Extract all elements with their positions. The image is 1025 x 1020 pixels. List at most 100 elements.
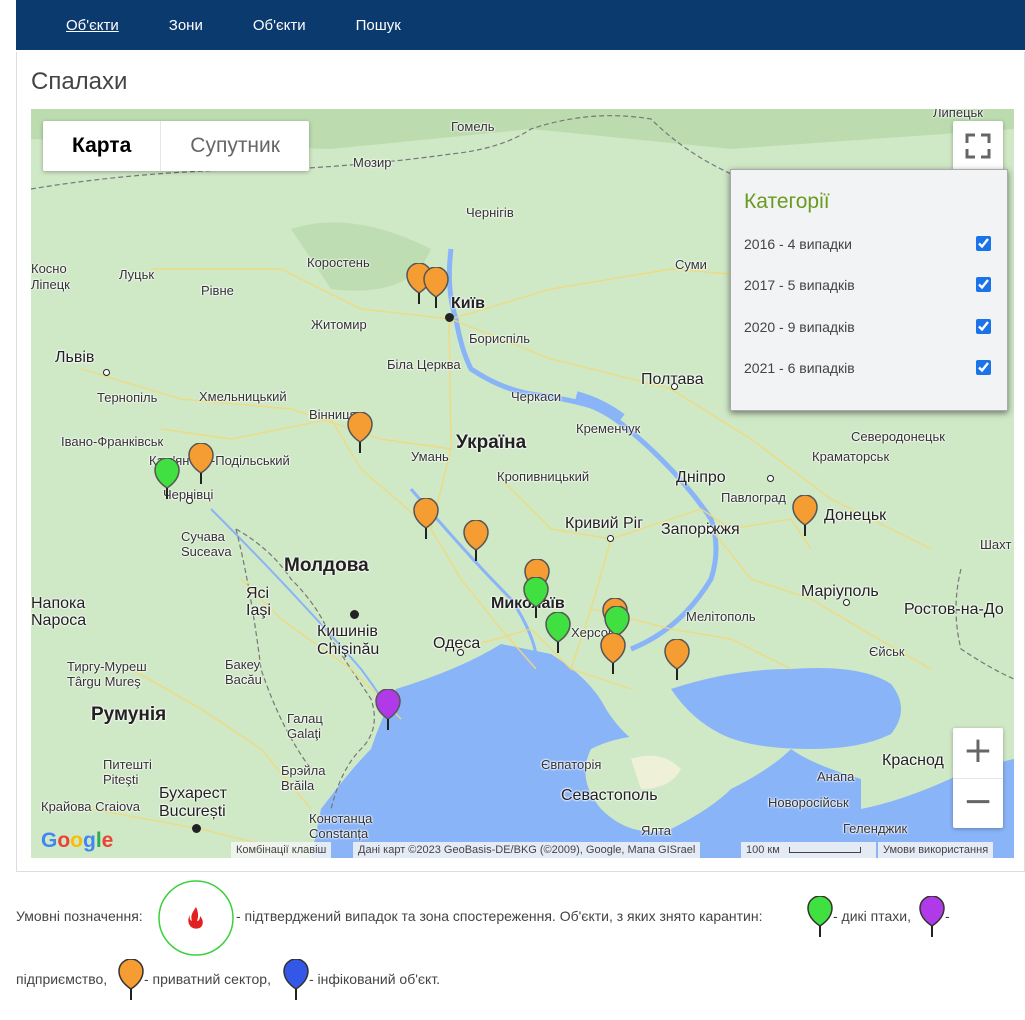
terms-of-use-link[interactable]: Умови використання xyxy=(878,842,994,858)
city-label: Івано-Франківськ xyxy=(61,434,164,449)
city-dot xyxy=(350,610,359,619)
city-label: Сучава Suceava xyxy=(181,529,232,559)
marker-private-sector[interactable] xyxy=(188,443,214,485)
marker-private-sector[interactable] xyxy=(792,495,818,537)
city-label: Геленджик xyxy=(843,821,908,836)
category-row: 2017 - 5 випадків xyxy=(744,277,996,293)
city-label: Гомель xyxy=(451,119,495,134)
label-moldova: Молдова xyxy=(284,555,369,576)
city-label: Дніпро xyxy=(676,469,726,486)
city-dot xyxy=(192,824,201,833)
city-label: Ростов-на-До xyxy=(904,601,1004,618)
city-label: Тернопіль xyxy=(97,390,158,405)
category-label: 2016 - 4 випадки xyxy=(744,236,853,252)
city-label: Брэйла Brăila xyxy=(281,763,326,793)
top-navigation: Об'єкти Зони Об'єкти Пошук xyxy=(16,0,1025,50)
confirmed-case-zone-icon xyxy=(158,880,234,956)
city-label: Черкаси xyxy=(511,389,562,404)
city-label: Житомир xyxy=(311,317,367,332)
city-label: Кривий Ріг xyxy=(565,515,644,532)
city-label: Констанца Constanța xyxy=(309,811,373,841)
legend-enterprise-dash: - xyxy=(945,908,950,924)
city-label: Кременчук xyxy=(576,421,641,436)
city-label: Бориспіль xyxy=(469,331,531,346)
outbreaks-panel: Спалахи Україна Молдова Румунія Гомель М… xyxy=(16,52,1025,872)
marker-private-sector[interactable] xyxy=(423,267,449,309)
marker-private-sector[interactable] xyxy=(664,639,690,681)
keyboard-shortcuts-link[interactable]: Комбінації клавіш xyxy=(231,842,332,858)
city-label: Хмельницький xyxy=(199,389,287,404)
city-label: Суми xyxy=(675,257,707,272)
category-checkbox[interactable] xyxy=(976,319,991,334)
city-label: Севастополь xyxy=(561,787,658,804)
fullscreen-icon xyxy=(965,133,991,159)
legend-enterprise: підприємство, xyxy=(16,971,108,987)
city-label: Крайова Craiova xyxy=(41,799,140,814)
city-label: Новоросійськ xyxy=(768,795,849,810)
private-sector-marker-icon xyxy=(118,959,144,1000)
zoom-out-button[interactable]: − xyxy=(953,778,1003,828)
category-row: 2021 - 6 випадків xyxy=(744,360,996,376)
city-label: Ліпецк xyxy=(31,277,70,292)
city-label: Запоріжжя xyxy=(661,521,740,538)
scale-bar xyxy=(788,847,861,853)
city-label: Липецьк xyxy=(933,109,983,120)
city-label: Біла Церква xyxy=(387,357,461,372)
marker-private-sector[interactable] xyxy=(600,633,626,675)
city-dot xyxy=(843,599,850,606)
city-dot xyxy=(103,369,110,376)
category-checkbox[interactable] xyxy=(976,360,991,375)
fullscreen-button[interactable] xyxy=(953,121,1003,171)
city-label: Київ xyxy=(451,295,485,312)
map-data-attribution[interactable]: Дані карт ©2023 GeoBasis-DE/BKG (©2009),… xyxy=(353,842,701,858)
city-label: Северодонецьк xyxy=(851,429,945,444)
marker-private-sector[interactable] xyxy=(413,498,439,540)
category-row: 2020 - 9 випадків xyxy=(744,319,996,335)
city-label: Тиргу-Муреш Târgu Mureş xyxy=(67,659,147,689)
city-dot xyxy=(607,535,614,542)
label-romania: Румунія xyxy=(91,704,167,725)
marker-wild-birds[interactable] xyxy=(545,612,571,654)
city-label: Ялта xyxy=(641,823,672,838)
marker-private-sector[interactable] xyxy=(347,412,373,454)
wild-birds-marker-icon xyxy=(807,896,833,937)
marker-private-sector[interactable] xyxy=(463,520,489,562)
label-ukraine: Україна xyxy=(456,432,527,453)
enterprise-marker-icon xyxy=(919,896,945,937)
city-label: Бухарест București xyxy=(159,785,227,820)
category-label: 2020 - 9 випадків xyxy=(744,319,855,335)
map-type-map-button[interactable]: Карта xyxy=(43,121,160,171)
city-dot xyxy=(767,475,774,482)
map-scale[interactable]: 100 км xyxy=(741,842,876,858)
city-label: Чернігів xyxy=(466,205,514,220)
marker-wild-birds[interactable] xyxy=(154,458,180,500)
city-label: Ясі Iaşi xyxy=(246,585,271,619)
nav-link-objects[interactable]: Об'єкти xyxy=(66,17,119,34)
map-type-control: Карта Супутник xyxy=(43,121,309,171)
city-dot xyxy=(671,383,678,390)
zoom-in-button[interactable]: + xyxy=(953,728,1003,778)
map-canvas[interactable]: Україна Молдова Румунія Гомель Мозир Чер… xyxy=(31,109,1014,858)
category-checkbox[interactable] xyxy=(976,236,991,251)
legend-wild-birds: - дикі птахи, xyxy=(833,908,911,924)
category-label: 2017 - 5 випадків xyxy=(744,277,855,293)
category-checkbox[interactable] xyxy=(976,277,991,292)
city-label: Анапа xyxy=(817,769,855,784)
city-label: Євпаторія xyxy=(541,757,602,772)
map-type-satellite-button[interactable]: Супутник xyxy=(160,121,309,171)
category-label: 2021 - 6 випадків xyxy=(744,360,855,376)
nav-link-objects-2[interactable]: Об'єкти xyxy=(253,17,306,34)
google-logo[interactable]: Google xyxy=(41,829,113,853)
city-label: Донецьк xyxy=(824,507,887,524)
map-scale-label: 100 км xyxy=(746,844,780,856)
city-label: Мозир xyxy=(353,155,392,170)
city-label: Маріуполь xyxy=(801,583,879,600)
nav-link-search[interactable]: Пошук xyxy=(356,17,401,34)
city-label: Напока xyxy=(31,595,86,612)
marker-enterprise[interactable] xyxy=(375,689,401,731)
city-label: Єйськ xyxy=(869,644,905,659)
city-label: Краснод xyxy=(882,752,944,769)
city-label: Napoca xyxy=(31,612,87,629)
nav-link-zones[interactable]: Зони xyxy=(169,17,203,34)
city-dot xyxy=(457,649,464,656)
